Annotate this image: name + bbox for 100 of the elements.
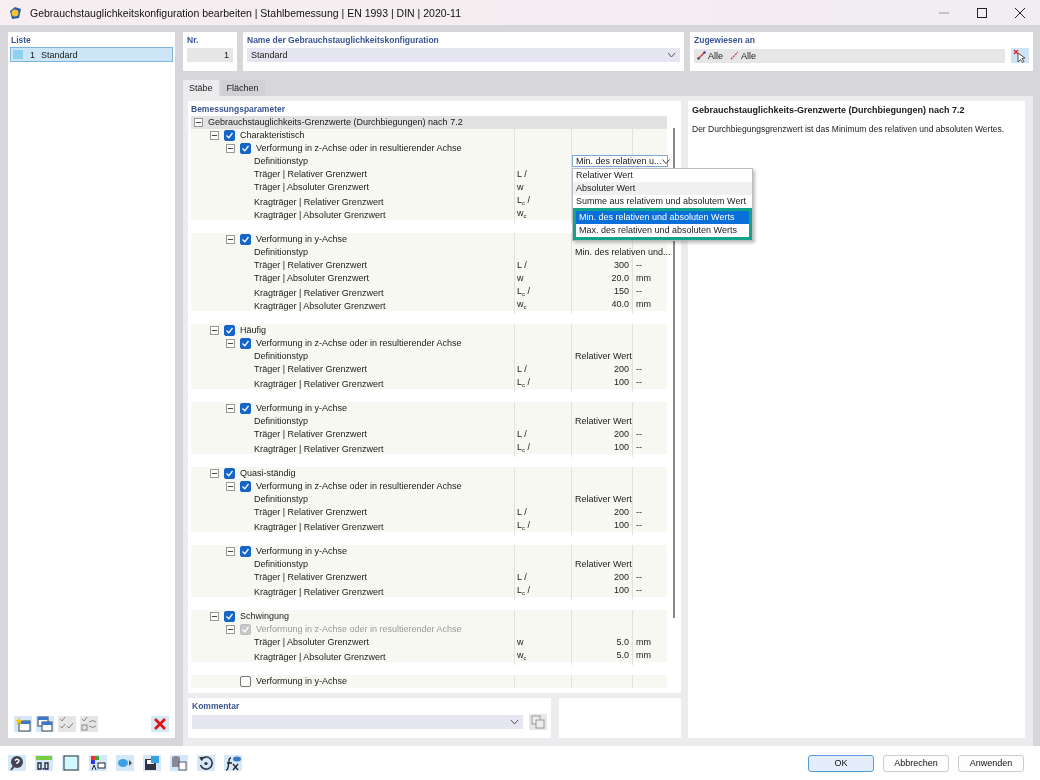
group-label: Charakteristisch	[240, 129, 305, 142]
parameter-label: Träger | Relativer Grenzwert	[254, 428, 368, 441]
parameter-label: Kragträger | Relativer Grenzwert	[254, 286, 384, 300]
dialog-button[interactable]: Abbrechen	[883, 754, 949, 772]
collapse-icon[interactable]	[226, 339, 235, 348]
decimal-places-icon[interactable]	[35, 755, 53, 771]
checkbox[interactable]	[240, 481, 251, 492]
delete-icon[interactable]	[151, 716, 169, 732]
app-logo-icon	[8, 5, 22, 20]
parameter-label: Definitionstyp	[254, 155, 309, 168]
list-item[interactable]: 1 Standard	[10, 47, 173, 62]
symbol: L$_{c}$ /	[517, 286, 531, 296]
member-set-icon	[730, 51, 739, 60]
section-label: Verformung in y-Achse	[256, 545, 348, 558]
value-text: 40.0	[610, 298, 629, 311]
help-icon[interactable]	[8, 755, 26, 771]
collapse-icon[interactable]	[226, 235, 235, 244]
number-field: 1	[187, 48, 233, 62]
maximize-icon[interactable]	[976, 6, 988, 19]
export-icon[interactable]	[116, 755, 134, 771]
new-item-icon[interactable]	[14, 716, 32, 732]
copy-item-icon[interactable]	[36, 716, 54, 732]
symbol: L /	[517, 429, 527, 439]
parameter-label: Kragträger | Relativer Grenzwert	[254, 377, 384, 391]
dropdown-option[interactable]: Min. des relativen und absoluten Werts	[573, 208, 752, 224]
collapse-icon[interactable]	[226, 482, 235, 491]
dropdown-option[interactable]: Summe aus relativem und absolutem Wert	[573, 195, 752, 208]
checkbox[interactable]	[240, 338, 251, 349]
checkbox[interactable]	[224, 611, 235, 622]
value-dropdown[interactable]: Min. des relativen u...	[572, 155, 668, 167]
collapse-icon[interactable]	[194, 118, 203, 127]
value-text: 100	[612, 584, 629, 597]
scrollbar[interactable]	[673, 128, 675, 618]
unit-text: --	[636, 286, 642, 296]
checkbox[interactable]	[224, 130, 235, 141]
parameter-label: Definitionstyp	[254, 350, 309, 363]
value-text: Relativer Wert	[575, 559, 632, 569]
check-all-icon[interactable]	[58, 716, 76, 732]
section-label: Verformung in z-Achse oder in resultierender Achse	[256, 623, 462, 636]
description-title: Gebrauchstauglichkeits-Grenzwerte (Durchbiegungen) nach 7.2	[692, 105, 966, 115]
collapse-icon[interactable]	[210, 612, 219, 621]
checkbox[interactable]	[224, 325, 235, 336]
parameter-label: Kragträger | Relativer Grenzwert	[254, 442, 384, 456]
parameter-label: Kragträger | Relativer Grenzwert	[254, 520, 384, 534]
collapse-icon[interactable]	[226, 547, 235, 556]
section-label: Verformung in y-Achse	[256, 402, 348, 415]
collapse-icon[interactable]	[210, 469, 219, 478]
checkbox[interactable]	[240, 546, 251, 557]
caret-icon	[510, 719, 519, 725]
parameter-label: Kragträger | Relativer Grenzwert	[254, 195, 384, 209]
parameter-label: Kragträger | Absoluter Grenzwert	[254, 299, 386, 313]
pick-cursor-icon[interactable]	[1011, 48, 1029, 63]
unit-text: mm	[636, 650, 651, 660]
database-icon[interactable]	[170, 755, 188, 771]
assigned-value: Alle	[741, 50, 757, 61]
dropdown-option[interactable]: Absoluter Wert	[573, 182, 752, 195]
tab[interactable]: Flächen	[220, 80, 265, 96]
name-dropdown[interactable]: Standard	[247, 48, 680, 62]
reset-icon[interactable]	[197, 755, 215, 771]
parameter-label: Kragträger | Absoluter Grenzwert	[254, 208, 386, 222]
unit-text: --	[636, 429, 642, 439]
value-text: 200	[612, 363, 629, 376]
formula-icon[interactable]	[224, 755, 242, 771]
group-label: Quasi-ständig	[240, 467, 296, 480]
symbol: L$_{c}$ /	[517, 195, 531, 205]
checkbox[interactable]	[224, 468, 235, 479]
unit-text: --	[636, 364, 642, 374]
checkbox[interactable]	[240, 403, 251, 414]
value-text: 200	[612, 428, 629, 441]
checkbox[interactable]	[240, 234, 251, 245]
value-text: 20.0	[610, 272, 629, 285]
tab[interactable]: Stäbe	[183, 80, 219, 96]
unit-text: --	[636, 507, 642, 517]
dialog-button[interactable]: OK	[808, 754, 874, 772]
value-text: Min. des relativen und...	[575, 247, 671, 257]
symbol: L$_{c}$ /	[517, 377, 531, 387]
collapse-icon[interactable]	[210, 326, 219, 335]
toggle-check-icon[interactable]	[80, 716, 98, 732]
parameter-label: Träger | Absoluter Grenzwert	[254, 181, 370, 194]
collapse-icon[interactable]	[210, 131, 219, 140]
value-text: Relativer Wert	[575, 351, 632, 361]
value-text: 100	[612, 519, 629, 532]
collapse-icon[interactable]	[226, 404, 235, 413]
dialog-button[interactable]: Anwenden	[958, 754, 1024, 772]
member-icon	[697, 51, 706, 60]
parameter-label: Kragträger | Absoluter Grenzwert	[254, 650, 386, 664]
collapse-icon[interactable]	[226, 144, 235, 153]
close-icon[interactable]	[1014, 6, 1026, 19]
group-label: Schwingung	[240, 610, 290, 623]
symbol: w$_{c}$	[517, 208, 527, 218]
save-icon[interactable]	[143, 755, 161, 771]
color-swatch-icon[interactable]	[62, 755, 80, 771]
symbol: L$_{c}$ /	[517, 520, 531, 530]
parameter-label: Träger | Relativer Grenzwert	[254, 506, 368, 519]
value-text: 200	[612, 571, 629, 584]
dropdown-option[interactable]: Relativer Wert	[573, 169, 752, 182]
value-text: 5.0	[615, 649, 629, 662]
checkbox[interactable]	[240, 143, 251, 154]
legend-icon[interactable]	[89, 755, 107, 771]
checkbox[interactable]	[240, 676, 251, 687]
